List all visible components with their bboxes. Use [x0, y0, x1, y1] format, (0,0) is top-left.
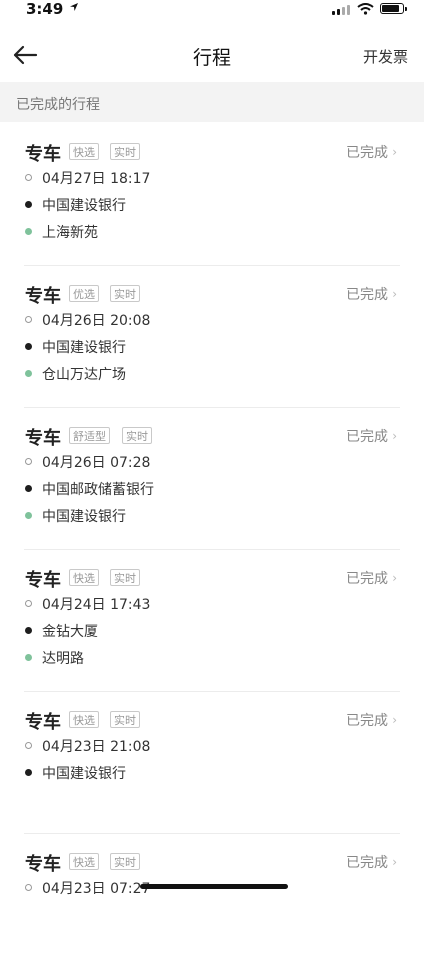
trip-tag: 快选 [69, 143, 99, 160]
trip-tag: 实时 [110, 711, 140, 728]
trip-start: 中国邮政储蓄银行 [42, 482, 154, 498]
trip-card[interactable]: 专车 快选 实时 已完成 › 04月27日 18:17 中国建设银行 上海新苑 [0, 124, 424, 266]
start-dot-icon [25, 485, 32, 492]
trip-time: 04月26日 20:08 [42, 313, 151, 329]
trip-card[interactable]: 专车 舒适型 实时 已完成 › 04月26日 07:28 中国邮政储蓄银行 中国… [0, 408, 424, 550]
chevron-right-icon: › [392, 429, 397, 443]
chevron-right-icon: › [392, 713, 397, 727]
start-dot-icon [25, 343, 32, 350]
trip-status: 已完成 [346, 145, 388, 161]
clock-dot-icon [25, 742, 32, 749]
invoice-button[interactable]: 开发票 [363, 46, 408, 67]
home-indicator [140, 884, 288, 889]
trip-tag: 舒适型 [69, 427, 110, 444]
trip-tag: 快选 [69, 569, 99, 586]
trip-time: 04月24日 17:43 [42, 597, 151, 613]
battery-icon [380, 3, 407, 14]
section-header: 已完成的行程 [0, 82, 424, 122]
trip-time: 04月23日 07:27 [42, 881, 151, 897]
trip-end: 仓山万达广场 [42, 367, 126, 383]
chevron-right-icon: › [392, 571, 397, 585]
trip-time: 04月27日 18:17 [42, 171, 151, 187]
chevron-right-icon: › [392, 855, 397, 869]
status-time: 3:49 [26, 0, 64, 18]
section-label: 已完成的行程 [16, 97, 100, 113]
start-dot-icon [25, 201, 32, 208]
trip-type: 专车 [25, 712, 61, 733]
trip-tag: 实时 [122, 427, 152, 444]
trip-end: 中国建设银行 [42, 509, 126, 525]
start-dot-icon [25, 769, 32, 776]
chevron-right-icon: › [392, 145, 397, 159]
wifi-icon [357, 3, 374, 15]
end-dot-icon [25, 512, 32, 519]
trip-status: 已完成 [346, 429, 388, 445]
cellular-signal-icon [332, 5, 350, 15]
start-dot-icon [25, 627, 32, 634]
trip-card[interactable]: 专车 快选 实时 已完成 › 04月23日 07:27 [0, 834, 424, 976]
trip-status: 已完成 [346, 571, 388, 587]
trip-status: 已完成 [346, 713, 388, 729]
status-bar: 3:49 [0, 0, 424, 22]
end-dot-icon [25, 654, 32, 661]
page-title: 行程 [192, 47, 231, 69]
trip-start: 中国建设银行 [42, 340, 126, 356]
trip-start: 中国建设银行 [42, 198, 126, 214]
trip-type: 专车 [25, 286, 61, 307]
trip-tag: 实时 [110, 569, 140, 586]
clock-dot-icon [25, 884, 32, 891]
trip-time: 04月26日 07:28 [42, 455, 151, 471]
trip-time: 04月23日 21:08 [42, 739, 151, 755]
trip-status: 已完成 [346, 287, 388, 303]
chevron-right-icon: › [392, 287, 397, 301]
trip-start: 中国建设银行 [42, 766, 126, 782]
trip-end: 达明路 [42, 651, 84, 667]
trip-tag: 快选 [69, 711, 99, 728]
location-arrow-icon [70, 3, 78, 11]
nav-bar: 行程 开发票 [0, 30, 424, 80]
trip-tag: 快选 [69, 853, 99, 870]
trip-tag: 实时 [110, 285, 140, 302]
trip-status: 已完成 [346, 855, 388, 871]
trip-tag: 优选 [69, 285, 99, 302]
trip-end: 上海新苑 [42, 225, 98, 241]
end-dot-icon [25, 228, 32, 235]
trip-type: 专车 [25, 570, 61, 591]
clock-dot-icon [25, 458, 32, 465]
trip-type: 专车 [25, 144, 61, 165]
trip-card[interactable]: 专车 优选 实时 已完成 › 04月26日 20:08 中国建设银行 仓山万达广… [0, 266, 424, 408]
trip-card[interactable]: 专车 快选 实时 已完成 › 04月23日 21:08 中国建设银行 [0, 692, 424, 834]
trip-tag: 实时 [110, 853, 140, 870]
clock-dot-icon [25, 316, 32, 323]
clock-dot-icon [25, 174, 32, 181]
trip-card[interactable]: 专车 快选 实时 已完成 › 04月24日 17:43 金钻大厦 达明路 [0, 550, 424, 692]
trip-tag: 实时 [110, 143, 140, 160]
trip-start: 金钻大厦 [42, 624, 98, 640]
trip-type: 专车 [25, 854, 61, 875]
clock-dot-icon [25, 600, 32, 607]
end-dot-icon [25, 370, 32, 377]
trip-type: 专车 [25, 428, 61, 449]
